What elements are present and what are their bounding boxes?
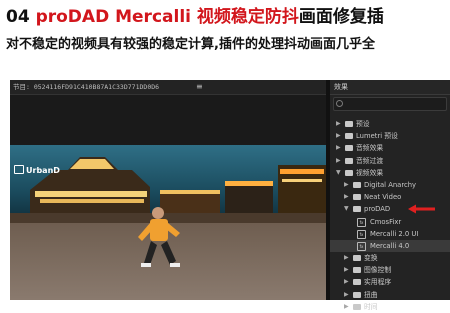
tree-item-cmosfixr[interactable]: fx CmosFixr <box>330 216 450 228</box>
watermark-text: UrbanD <box>26 166 60 175</box>
folder-icon <box>353 303 361 310</box>
tree-item-image-control[interactable]: ▶ 图像控制 <box>330 264 450 276</box>
folder-icon <box>353 181 361 188</box>
tree-item-label: 音频效果 <box>356 144 384 153</box>
tree-item-lumetri-presets[interactable]: ▶ Lumetri 预设 <box>330 130 450 142</box>
tree-item-mercalli-2-ui[interactable]: fx Mercalli 2.0 UI <box>330 228 450 240</box>
panel-menu-icon[interactable]: ≡ <box>196 80 203 93</box>
tree-item-prodad[interactable]: ▼ proDAD <box>330 203 450 215</box>
effects-tree: ▶ 预设 ▶ Lumetri 预设 ▶ 音频效果 ▶ 音频过渡 ▼ 视频效果 ▶… <box>330 118 450 313</box>
program-monitor-header: 节目: 0524116FD91C410B87A1C33D771DD0D6 ≡ <box>10 80 326 95</box>
tree-item-mercalli-4[interactable]: fx Mercalli 4.0 <box>330 239 450 253</box>
folder-icon <box>353 194 361 201</box>
tree-item-neat-video[interactable]: ▶ Neat Video <box>330 191 450 203</box>
tree-item-label: CmosFixr <box>370 217 402 226</box>
program-monitor-title: 节目: 0524116FD91C410B87A1C33D771DD0D6 <box>13 83 160 91</box>
tree-item-label: proDAD <box>364 205 391 214</box>
folder-icon <box>345 121 353 127</box>
effects-search-input[interactable] <box>333 97 447 111</box>
tree-item-digital-anarchy[interactable]: ▶ Digital Anarchy <box>330 179 450 191</box>
tree-item-audio-effects[interactable]: ▶ 音频效果 <box>330 142 450 154</box>
chevron-right-icon[interactable]: ▶ <box>336 118 341 130</box>
tree-item-label: 视频效果 <box>356 168 384 177</box>
folder-icon <box>345 169 353 176</box>
tree-item-label: Mercalli 2.0 UI <box>370 229 419 238</box>
chevron-down-icon[interactable]: ▼ <box>344 203 349 215</box>
tree-item-audio-transitions[interactable]: ▶ 音频过渡 <box>330 155 450 167</box>
chevron-right-icon[interactable]: ▶ <box>344 289 349 301</box>
chevron-right-icon[interactable]: ▶ <box>344 252 349 264</box>
chevron-right-icon[interactable]: ▶ <box>344 264 349 276</box>
video-watermark: UrbanD <box>14 165 60 175</box>
tree-item-label: 扭曲 <box>364 290 378 299</box>
chevron-right-icon[interactable]: ▶ <box>336 130 341 142</box>
folder-icon <box>353 255 361 262</box>
tree-item-utility[interactable]: ▶ 实用程序 <box>330 276 450 288</box>
chevron-right-icon[interactable]: ▶ <box>344 301 349 313</box>
effect-icon: fx <box>357 229 366 239</box>
program-monitor-video: UrbanD <box>10 95 326 300</box>
tree-item-time[interactable]: ▶ 时间 <box>330 301 450 313</box>
headline-suffix: 画面修复插 <box>298 7 384 27</box>
headline: 04 proDAD Mercalli 视频稳定防抖画面修复插 <box>6 6 450 28</box>
chevron-right-icon[interactable]: ▶ <box>336 142 341 154</box>
tree-item-transform[interactable]: ▶ 变换 <box>330 252 450 264</box>
tree-item-distort[interactable]: ▶ 扭曲 <box>330 289 450 301</box>
tree-item-label: 实用程序 <box>364 278 392 287</box>
tree-item-presets[interactable]: ▶ 预设 <box>330 118 450 130</box>
folder-icon <box>353 279 361 286</box>
search-icon <box>336 100 343 107</box>
chevron-down-icon[interactable]: ▼ <box>336 167 341 179</box>
camera-icon <box>14 165 24 174</box>
folder-icon <box>353 267 361 274</box>
tree-item-label: Mercalli 4.0 <box>370 241 410 250</box>
effects-panel-title[interactable]: 效果 <box>334 81 348 93</box>
folder-icon <box>345 145 353 152</box>
chevron-right-icon[interactable]: ▶ <box>344 276 349 288</box>
tree-item-label: 图像控制 <box>364 266 392 275</box>
folder-icon <box>353 206 361 213</box>
folder-icon <box>345 133 353 140</box>
video-frame-image <box>10 95 326 300</box>
tree-item-label: Digital Anarchy <box>364 180 417 189</box>
folder-icon <box>353 291 361 298</box>
premiere-window: 节目: 0524116FD91C410B87A1C33D771DD0D6 ≡ U… <box>10 80 450 311</box>
folder-icon <box>345 157 353 164</box>
effect-icon: fx <box>357 217 366 227</box>
red-pointer-arrow-icon <box>408 204 435 214</box>
chevron-right-icon[interactable]: ▶ <box>344 191 349 203</box>
tree-item-label: 时间 <box>364 302 378 311</box>
tree-item-label: Neat Video <box>364 193 402 202</box>
chevron-right-icon[interactable]: ▶ <box>344 179 349 191</box>
headline-highlight: proDAD Mercalli 视频稳定防抖 <box>35 7 299 27</box>
tree-item-label: 变换 <box>364 254 378 263</box>
tree-item-label: 预设 <box>356 120 370 128</box>
subheading: 对不稳定的视频具有较强的稳定计算,插件的处理抖动画面几乎全 <box>6 37 375 52</box>
tree-item-label: Lumetri 预设 <box>356 132 398 141</box>
tree-item-video-effects[interactable]: ▼ 视频效果 <box>330 167 450 179</box>
effect-icon: fx <box>357 241 366 251</box>
effects-panel: 效果 ▶ 预设 ▶ Lumetri 预设 ▶ 音频效果 ▶ 音频过渡 ▼ 视频效… <box>330 80 450 311</box>
tree-item-label: 音频过渡 <box>356 156 384 165</box>
headline-prefix: 04 <box>6 7 36 27</box>
chevron-right-icon[interactable]: ▶ <box>336 155 341 167</box>
effects-panel-header: 效果 <box>330 80 450 95</box>
